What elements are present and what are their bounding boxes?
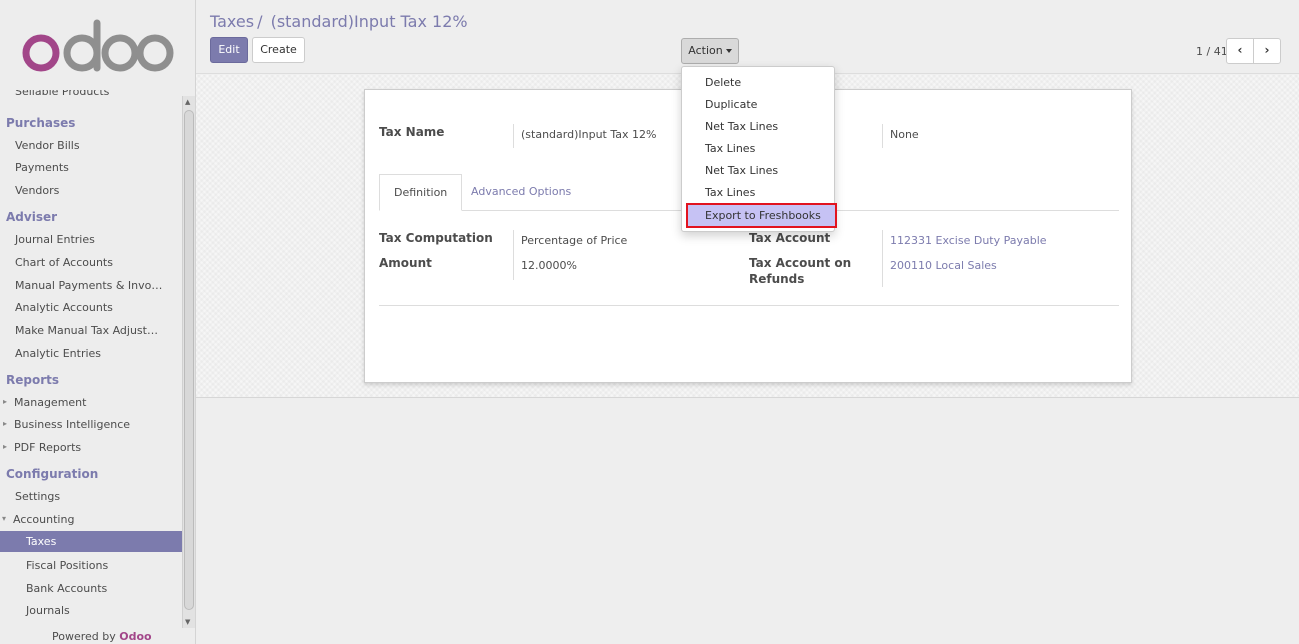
sidebar-item-vendors[interactable]: Vendors: [15, 184, 59, 197]
sidebar-item-management[interactable]: Management: [3, 396, 87, 409]
sidebar-item-fiscal-positions[interactable]: Fiscal Positions: [26, 559, 108, 572]
chevron-right-icon: ›: [1264, 43, 1270, 57]
tax-computation-value: Percentage of Price: [521, 234, 628, 247]
pager-next-button[interactable]: ›: [1253, 38, 1281, 64]
tax-account-refunds-label-line1: Tax Account on: [749, 256, 852, 270]
control-panel: Taxes / (standard)Input Tax 12% Edit Crea…: [196, 0, 1299, 72]
powered-by[interactable]: Powered by Odoo: [52, 630, 152, 643]
sidebar-item-label: Taxes: [26, 535, 57, 548]
sidebar-item-bank-accounts[interactable]: Bank Accounts: [26, 582, 107, 595]
sidebar-item-pdf-reports[interactable]: PDF Reports: [3, 441, 81, 454]
tax-account-refunds-label: Tax Account on Refunds: [749, 256, 851, 286]
tax-account-link[interactable]: 112331 Excise Duty Payable: [890, 234, 1047, 247]
tax-account-refunds-link[interactable]: 200110 Local Sales: [890, 259, 997, 272]
chevron-left-icon: ‹: [1237, 43, 1243, 57]
menu-item-duplicate[interactable]: Duplicate: [682, 94, 834, 116]
sidebar-item-journal-entries[interactable]: Journal Entries: [15, 233, 95, 246]
sidebar-item-manual-payments[interactable]: Manual Payments & Invo…: [15, 279, 162, 292]
tax-computation-label: Tax Computation: [379, 231, 493, 245]
action-dropdown-menu: Delete Duplicate Net Tax Lines Tax Lines…: [681, 66, 837, 232]
tax-name-label: Tax Name: [379, 125, 445, 139]
menu-item-tax-lines[interactable]: Tax Lines: [682, 138, 834, 160]
powered-by-text: Powered by: [52, 630, 116, 643]
breadcrumb-current: (standard)Input Tax 12%: [270, 12, 468, 31]
sidebar-item-taxes[interactable]: Taxes: [0, 531, 182, 552]
tax-account-label: Tax Account: [749, 231, 831, 245]
menu-item-net-tax-lines[interactable]: Net Tax Lines: [682, 116, 834, 138]
menu-item-net-tax-lines-2[interactable]: Net Tax Lines: [682, 160, 834, 182]
powered-by-brand[interactable]: Odoo: [119, 630, 151, 643]
field-divider: [513, 124, 514, 148]
edit-button[interactable]: Edit: [210, 37, 248, 63]
field-divider: [513, 230, 514, 280]
scroll-up-icon[interactable]: ▲: [185, 98, 190, 106]
sidebar-item-analytic-entries[interactable]: Analytic Entries: [15, 347, 101, 360]
sidebar-scrollbar[interactable]: ▲ ▼: [182, 96, 195, 628]
breadcrumb-parent[interactable]: Taxes: [210, 12, 254, 31]
sidebar-item-manual-tax[interactable]: Make Manual Tax Adjust…: [15, 324, 158, 337]
form-divider: [379, 305, 1119, 306]
tax-account-refunds-label-line2: Refunds: [749, 272, 805, 286]
sidebar-item-accounting[interactable]: Accounting: [2, 513, 75, 526]
menu-item-delete[interactable]: Delete: [682, 72, 834, 94]
tax-name-value: (standard)Input Tax 12%: [521, 128, 657, 141]
caret-down-icon: [725, 49, 732, 53]
menu-section-adviser: Adviser: [6, 210, 58, 224]
field-divider: [882, 230, 883, 287]
sidebar-item-sellable-products[interactable]: Sellable Products: [15, 90, 175, 102]
action-button-label: Action: [688, 44, 723, 57]
amount-label: Amount: [379, 256, 432, 270]
breadcrumb: Taxes / (standard)Input Tax 12%: [210, 12, 468, 31]
sidebar-item-chart-of-accounts[interactable]: Chart of Accounts: [15, 256, 113, 269]
pager-value: 1 / 41: [1196, 45, 1228, 58]
sidebar: Sellable Products Purchases Vendor Bills…: [0, 0, 196, 644]
pager-previous-button[interactable]: ‹: [1226, 38, 1254, 64]
field-divider: [882, 124, 883, 148]
action-button[interactable]: Action: [681, 38, 739, 64]
breadcrumb-separator: /: [257, 12, 263, 31]
sidebar-item-journals[interactable]: Journals: [26, 604, 70, 617]
amount-value: 12.0000%: [521, 259, 577, 272]
scroll-down-icon[interactable]: ▼: [185, 618, 190, 626]
tab-advanced-options[interactable]: Advanced Options: [457, 174, 585, 211]
menu-section-reports: Reports: [6, 373, 60, 387]
sidebar-item-business-intelligence[interactable]: Business Intelligence: [3, 418, 130, 431]
tab-definition[interactable]: Definition: [379, 174, 463, 211]
sidebar-item-analytic-accounts[interactable]: Analytic Accounts: [15, 301, 113, 314]
menu-section-configuration: Configuration: [6, 467, 99, 481]
menu-item-tax-lines-2[interactable]: Tax Lines: [682, 182, 834, 204]
create-button[interactable]: Create: [252, 37, 305, 63]
sidebar-item-vendor-bills[interactable]: Vendor Bills: [15, 139, 80, 152]
menu-section-purchases: Purchases: [6, 116, 76, 130]
odoo-logo[interactable]: [20, 18, 175, 76]
sidebar-item-settings[interactable]: Settings: [15, 490, 60, 503]
sidebar-item-payments[interactable]: Payments: [15, 161, 69, 174]
tax-scope-value: None: [890, 128, 919, 141]
scrollbar-thumb[interactable]: [184, 110, 194, 610]
menu-item-export-to-freshbooks[interactable]: Export to Freshbooks: [686, 203, 837, 228]
